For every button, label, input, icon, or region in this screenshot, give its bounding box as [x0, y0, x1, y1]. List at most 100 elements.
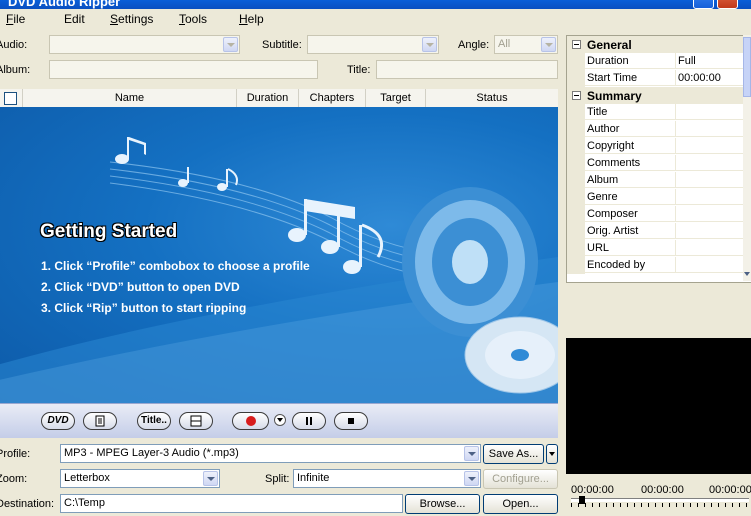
properties-scrollbar[interactable]	[743, 35, 751, 281]
save-as-label: Save As...	[488, 448, 539, 460]
menu-edit[interactable]: Edit	[64, 12, 85, 26]
configure-button[interactable]: Configure...	[483, 469, 558, 489]
time-end: 00:00:00	[709, 484, 751, 496]
zoom-select[interactable]: Letterbox	[60, 469, 220, 488]
chevron-down-icon	[277, 418, 283, 422]
property-value[interactable]	[676, 121, 751, 137]
property-row[interactable]: Author	[567, 121, 751, 138]
menu-file[interactable]: File	[6, 12, 25, 26]
seek-ticks	[571, 503, 749, 507]
column-chapters[interactable]: Chapters	[299, 89, 366, 107]
column-duration[interactable]: Duration	[237, 89, 299, 107]
property-row[interactable]: Duration Full	[567, 53, 751, 70]
property-key: Composer	[585, 206, 676, 222]
step-3: 3. Click “Rip” button to start ripping	[41, 301, 247, 315]
property-value[interactable]	[676, 189, 751, 205]
destination-label: Destination:	[0, 498, 55, 510]
rip-options-dropdown[interactable]	[274, 414, 286, 426]
menu-help[interactable]: Help	[239, 12, 264, 26]
select-all-column[interactable]	[0, 89, 23, 107]
property-value[interactable]: 00:00:00	[676, 70, 751, 86]
property-row[interactable]: Genre	[567, 189, 751, 206]
split-label: Split:	[265, 473, 290, 485]
preview-panel: 00:00:00 00:00:00 00:00:00	[566, 338, 751, 516]
chevron-down-icon	[422, 37, 437, 52]
property-value[interactable]	[676, 172, 751, 188]
seek-slider[interactable]	[571, 496, 749, 504]
title-button[interactable]: Title..	[137, 412, 171, 430]
rip-button[interactable]	[232, 412, 269, 430]
property-row[interactable]: Comments	[567, 155, 751, 172]
property-row[interactable]: URL	[567, 240, 751, 257]
column-target[interactable]: Target	[366, 89, 426, 107]
chevron-down-icon	[203, 471, 218, 486]
property-value[interactable]	[676, 155, 751, 171]
subtitle-select[interactable]	[307, 35, 439, 54]
help-window-button[interactable]	[693, 0, 714, 9]
title-button-label: Title..	[141, 415, 167, 426]
destination-input[interactable]: C:\Temp	[60, 494, 403, 513]
angle-value: All	[498, 38, 511, 50]
subtitle-label: Subtitle:	[262, 39, 302, 51]
property-value[interactable]	[676, 257, 751, 273]
music-note-icon	[115, 137, 383, 274]
audio-label: Audio:	[0, 39, 28, 51]
property-row[interactable]: Orig. Artist	[567, 223, 751, 240]
property-key: Encoded by	[585, 257, 676, 273]
title-input[interactable]	[376, 60, 558, 79]
document-icon	[95, 415, 105, 427]
column-status[interactable]: Status	[426, 89, 558, 107]
main-toolbar: DVD Title..	[0, 403, 558, 438]
property-row[interactable]: Album	[567, 172, 751, 189]
property-row[interactable]: Composer	[567, 206, 751, 223]
category-general[interactable]: General	[567, 36, 751, 53]
zoom-value: Letterbox	[64, 472, 110, 484]
property-value[interactable]	[676, 240, 751, 256]
chevron-down-icon	[223, 37, 238, 52]
step-2: 2. Click “DVD” button to open DVD	[41, 280, 240, 294]
zoom-label: Zoom:	[0, 473, 28, 485]
browse-button[interactable]: Browse...	[405, 494, 480, 514]
property-key: URL	[585, 240, 676, 256]
property-value[interactable]	[676, 206, 751, 222]
file-list-button[interactable]	[83, 412, 117, 430]
pause-icon	[306, 417, 312, 425]
save-as-button[interactable]: Save As...	[483, 444, 544, 464]
property-row[interactable]: Copyright	[567, 138, 751, 155]
menu-settings[interactable]: Settings	[110, 12, 153, 26]
category-name: Summary	[587, 89, 642, 103]
open-button[interactable]: Open...	[483, 494, 558, 514]
category-summary[interactable]: Summary	[567, 87, 751, 104]
property-key: Duration	[585, 53, 676, 69]
open-label: Open...	[502, 498, 539, 510]
chapters-button[interactable]	[179, 412, 213, 430]
property-row[interactable]: Encoded by	[567, 257, 751, 274]
title-list-header: Name Duration Chapters Target Status	[0, 89, 558, 108]
property-key: Copyright	[585, 138, 676, 154]
menu-tools[interactable]: Tools	[179, 12, 207, 26]
album-input[interactable]	[49, 60, 318, 79]
column-name[interactable]: Name	[23, 89, 237, 107]
angle-label: Angle:	[458, 39, 490, 51]
pause-button[interactable]	[292, 412, 326, 430]
property-value[interactable]	[676, 223, 751, 239]
collapse-icon[interactable]	[572, 91, 581, 100]
angle-select[interactable]: All	[494, 35, 558, 54]
audio-select[interactable]	[49, 35, 240, 54]
collapse-icon[interactable]	[572, 40, 581, 49]
close-window-button[interactable]	[717, 0, 738, 9]
property-row[interactable]: Title	[567, 104, 751, 121]
dvd-button[interactable]: DVD	[41, 412, 75, 430]
property-value[interactable]	[676, 104, 751, 120]
property-row[interactable]: Start Time 00:00:00	[567, 70, 751, 87]
stop-button[interactable]	[334, 412, 368, 430]
property-value[interactable]: Full	[676, 53, 751, 69]
property-value[interactable]	[676, 138, 751, 154]
select-all-checkbox[interactable]	[4, 92, 17, 105]
scroll-down-icon[interactable]	[743, 269, 751, 279]
profile-label: Profile:	[0, 448, 31, 460]
profile-select[interactable]: MP3 - MPEG Layer-3 Audio (*.mp3)	[60, 444, 481, 463]
scrollbar-thumb[interactable]	[743, 37, 751, 97]
save-as-dropdown[interactable]	[546, 444, 558, 464]
split-select[interactable]: Infinite	[293, 469, 481, 488]
